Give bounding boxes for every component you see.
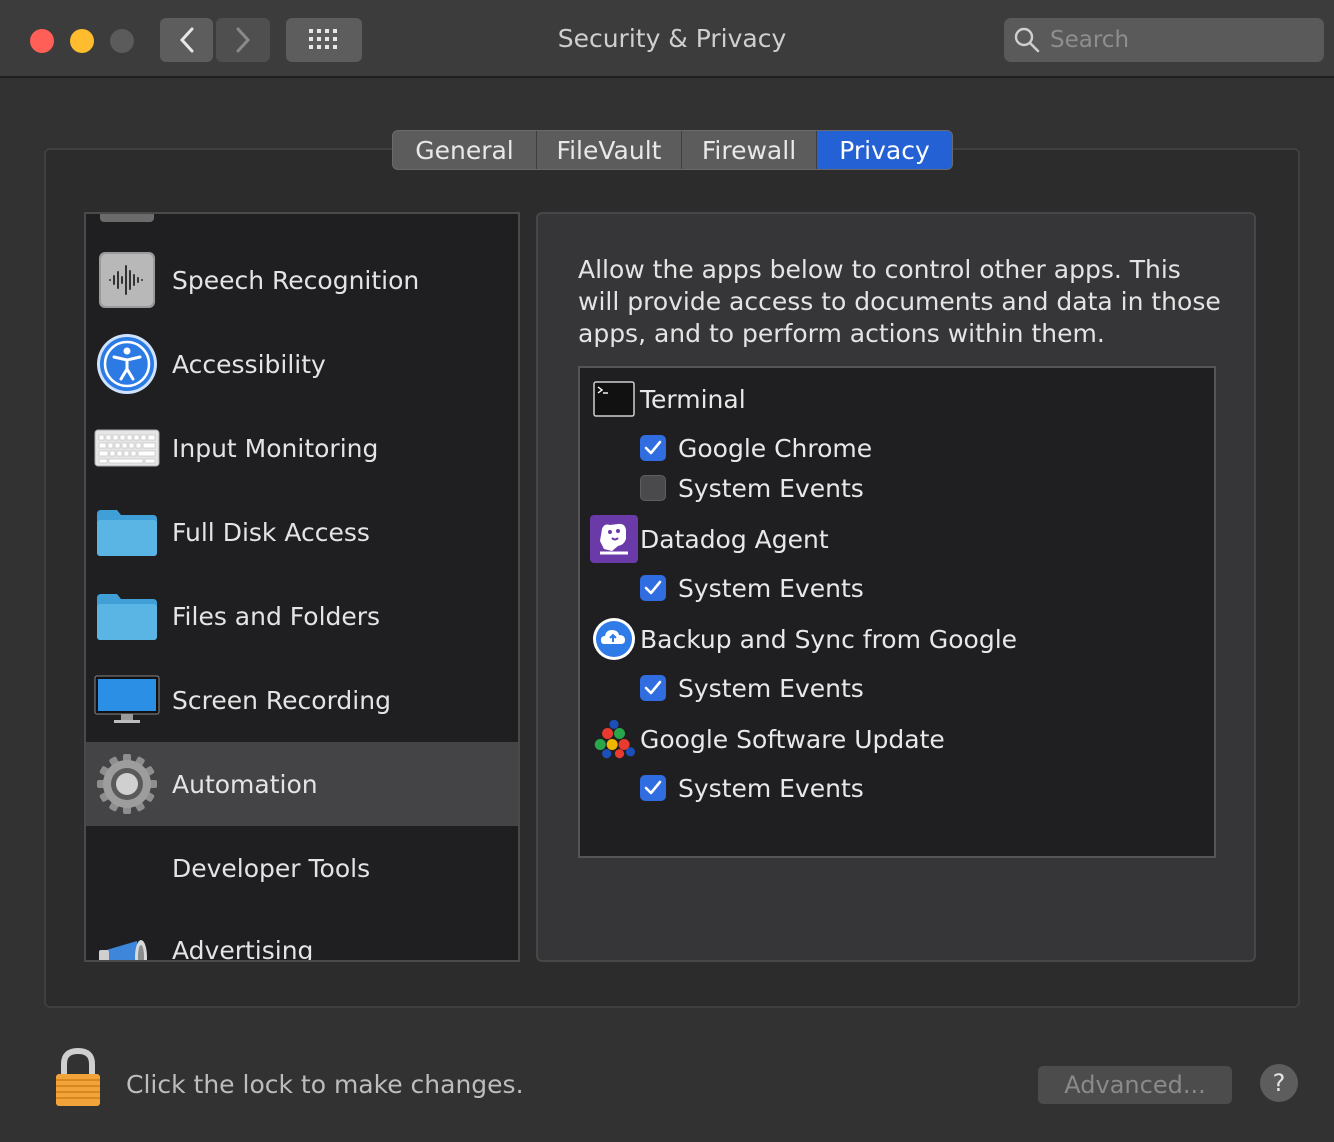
display-icon	[94, 667, 160, 733]
sidebar-item-label: Automation	[172, 769, 318, 799]
app-name: Backup and Sync from Google	[640, 624, 1018, 654]
sidebar-item-screen-recording[interactable]: Screen Recording	[86, 658, 518, 742]
lock-button[interactable]	[52, 1047, 104, 1110]
gear-icon	[94, 751, 160, 817]
security-privacy-window: Security & Privacy General FileVault Fir…	[0, 0, 1334, 1142]
sidebar-item-label: Screen Recording	[172, 685, 391, 715]
sidebar-item-automation[interactable]: Automation	[86, 742, 518, 826]
permission-label: System Events	[678, 473, 864, 503]
sidebar-item-accessibility[interactable]: Accessibility	[86, 322, 518, 406]
title-bar: Security & Privacy	[0, 0, 1334, 78]
sidebar-item-files-and-folders[interactable]: Files and Folders	[86, 574, 518, 658]
permission-row[interactable]: System Events	[640, 668, 864, 708]
automation-description: Allow the apps below to control other ap…	[578, 255, 1221, 348]
search-icon	[1014, 27, 1040, 53]
permission-row[interactable]: System Events	[640, 768, 864, 808]
tab-bar: General FileVault Firewall Privacy	[392, 130, 953, 170]
checkmark-icon	[644, 680, 662, 695]
folder-icon	[94, 583, 160, 649]
keyboard-icon	[94, 415, 160, 481]
automation-detail-panel: Allow the apps below to control other ap…	[536, 212, 1256, 962]
checkmark-icon	[644, 440, 662, 455]
search-field[interactable]	[1004, 18, 1324, 62]
sidebar-item-full-disk-access[interactable]: Full Disk Access	[86, 490, 518, 574]
tab-firewall[interactable]: Firewall	[682, 131, 817, 169]
waveform-icon	[94, 247, 160, 313]
advanced-button[interactable]: Advanced...	[1038, 1066, 1232, 1104]
checkmark-icon	[644, 780, 662, 795]
padlock-icon	[56, 1047, 100, 1106]
checkmark-icon	[644, 580, 662, 595]
sidebar-item-label: Full Disk Access	[172, 517, 370, 547]
app-name: Google Software Update	[640, 724, 945, 754]
checkbox-unchecked[interactable]	[640, 475, 666, 501]
tab-privacy[interactable]: Privacy	[817, 131, 952, 169]
permission-row[interactable]: System Events	[640, 568, 864, 608]
sidebar-item-label: Input Monitoring	[172, 433, 379, 463]
permission-row[interactable]: Google Chrome	[640, 428, 872, 468]
tab-general[interactable]: General	[393, 131, 537, 169]
permission-label: System Events	[678, 573, 864, 603]
sidebar-item-developer-tools[interactable]: Developer Tools	[86, 826, 518, 910]
permission-label: System Events	[678, 773, 864, 803]
privacy-category-list[interactable]: Speech Recognition Accessibility Input M…	[84, 212, 520, 962]
checkbox-checked[interactable]	[640, 575, 666, 601]
terminal-icon	[592, 377, 636, 421]
sidebar-item-label: Developer Tools	[172, 853, 371, 883]
checkbox-checked[interactable]	[640, 775, 666, 801]
sidebar-item-label: Files and Folders	[172, 601, 381, 631]
app-name: Datadog Agent	[640, 524, 829, 554]
app-name: Terminal	[640, 384, 746, 414]
search-input[interactable]	[1048, 26, 1312, 54]
checkbox-checked[interactable]	[640, 435, 666, 461]
automation-app-list[interactable]: Terminal Google Chrome System Events Dat…	[578, 366, 1216, 858]
sidebar-item-input-monitoring[interactable]: Input Monitoring	[86, 406, 518, 490]
datadog-icon	[590, 515, 638, 563]
lock-message: Click the lock to make changes.	[126, 1070, 524, 1099]
colored-balls-icon	[592, 717, 636, 761]
cloud-upload-icon	[592, 617, 636, 661]
permission-label: Google Chrome	[678, 433, 873, 463]
accessibility-icon	[94, 331, 160, 397]
sidebar-item-label: Speech Recognition	[172, 265, 420, 295]
tab-filevault[interactable]: FileVault	[537, 131, 682, 169]
permission-row[interactable]: System Events	[640, 468, 864, 508]
sidebar-item-speech-recognition[interactable]: Speech Recognition	[86, 238, 518, 322]
sidebar-item-advertising[interactable]: Advertising	[86, 910, 518, 962]
sidebar-item-label: Accessibility	[172, 349, 326, 379]
permission-label: System Events	[678, 673, 864, 703]
megaphone-icon	[94, 924, 160, 960]
help-button[interactable]: ?	[1260, 1064, 1298, 1102]
sidebar-item-label: Advertising	[172, 936, 314, 962]
checkbox-checked[interactable]	[640, 675, 666, 701]
partial-icon	[100, 214, 154, 222]
folder-icon	[94, 499, 160, 565]
